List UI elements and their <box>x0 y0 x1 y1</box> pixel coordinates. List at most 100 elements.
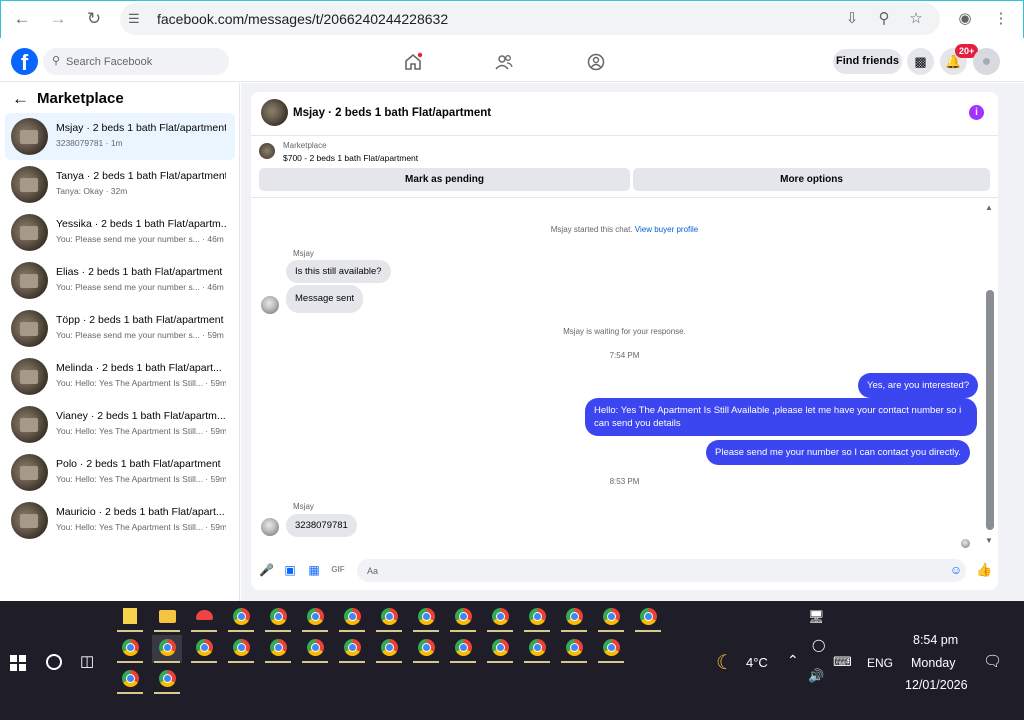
conversation-item[interactable]: Melinda · 2 beds 1 bath Flat/apart... You… <box>5 353 235 400</box>
conversation-item[interactable]: Vianey · 2 beds 1 bath Flat/apartm... You… <box>5 401 235 448</box>
conversation-item[interactable]: Elias · 2 beds 1 bath Flat/apartment You:… <box>5 257 235 304</box>
chrome-taskbar-icon[interactable] <box>152 635 182 663</box>
scroll-up-icon[interactable]: ▲ <box>985 203 993 212</box>
scroll-down-icon[interactable]: ▼ <box>985 536 993 545</box>
file-explorer-icon[interactable] <box>152 604 182 632</box>
network-icon[interactable]: 🖥 <box>808 609 825 625</box>
forward-icon[interactable]: → <box>47 8 69 30</box>
listing-thumbnail[interactable] <box>259 143 275 159</box>
incoming-message[interactable]: 3238079781 <box>286 514 357 537</box>
chrome-taskbar-icon[interactable] <box>559 635 589 663</box>
mark-as-pending-button[interactable]: Mark as pending <box>259 168 630 191</box>
chrome-taskbar-icon[interactable] <box>485 635 515 663</box>
bookmark-star-icon[interactable]: ☆ <box>906 9 926 29</box>
chrome-taskbar-icon[interactable] <box>522 604 552 632</box>
volume-icon[interactable]: 🔊 <box>808 668 824 684</box>
chrome-taskbar-icon[interactable] <box>485 604 515 632</box>
chrome-taskbar-icon[interactable] <box>374 604 404 632</box>
keyboard-icon[interactable]: ⌨ <box>833 654 852 670</box>
install-app-icon[interactable]: ⇩ <box>842 9 862 29</box>
clock-day[interactable]: Monday <box>911 656 955 670</box>
site-settings-icon[interactable]: ☰ <box>128 11 140 27</box>
chrome-taskbar-icon[interactable] <box>300 635 330 663</box>
meet-icon[interactable]: ◯ <box>812 638 825 652</box>
notifications-icon[interactable]: 🗨 <box>983 652 1002 670</box>
show-hidden-icons[interactable]: ⌃ <box>787 652 799 669</box>
reload-icon[interactable]: ↻ <box>83 8 105 30</box>
chrome-taskbar-icon[interactable] <box>522 635 552 663</box>
conversation-item[interactable]: Polo · 2 beds 1 bath Flat/apartment You: … <box>5 449 235 496</box>
chrome-taskbar-icon[interactable] <box>596 635 626 663</box>
photo-icon[interactable]: ▣ <box>283 563 297 577</box>
scrollbar-thumb[interactable] <box>986 290 994 530</box>
friends-icon[interactable] <box>494 52 514 72</box>
facebook-logo-icon[interactable]: f <box>11 48 38 75</box>
search-placeholder[interactable]: Search Facebook <box>66 56 152 68</box>
chrome-taskbar-icon[interactable] <box>300 604 330 632</box>
search-circle-icon[interactable] <box>46 654 62 670</box>
like-icon[interactable]: 👍 <box>976 563 992 577</box>
conversation-item[interactable]: Tanya · 2 beds 1 bath Flat/apartment Tany… <box>5 161 235 208</box>
info-icon[interactable]: i <box>969 105 984 120</box>
outgoing-message[interactable]: Please send me your number so I can cont… <box>706 440 970 465</box>
message-input[interactable] <box>357 559 966 582</box>
moon-weather-icon[interactable]: ☾ <box>716 650 734 675</box>
home-icon[interactable] <box>403 52 423 72</box>
sender-avatar[interactable] <box>261 296 279 314</box>
emoji-icon[interactable]: ☺ <box>949 563 963 577</box>
chat-avatar[interactable] <box>261 99 288 126</box>
more-options-button[interactable]: More options <box>633 168 990 191</box>
chrome-taskbar-icon[interactable] <box>263 635 293 663</box>
conversation-item[interactable]: Msjay · 2 beds 1 bath Flat/apartment 3238… <box>5 113 235 160</box>
outgoing-message[interactable]: Hello: Yes The Apartment Is Still Availa… <box>585 398 977 436</box>
chrome-taskbar-icon[interactable] <box>448 635 478 663</box>
weather-temp[interactable]: 4°C <box>746 655 768 670</box>
windows-start-icon[interactable] <box>10 655 26 671</box>
groups-icon[interactable] <box>586 52 606 72</box>
app-icon[interactable] <box>189 604 219 632</box>
chrome-taskbar-icon[interactable] <box>115 635 145 663</box>
chrome-taskbar-icon[interactable] <box>115 666 145 694</box>
account-avatar[interactable]: ● <box>973 48 1000 75</box>
url-text[interactable]: facebook.com/messages/t/2066240244228632 <box>157 11 448 27</box>
profile-icon[interactable]: ◉ <box>955 9 975 29</box>
chrome-taskbar-icon[interactable] <box>448 604 478 632</box>
chrome-taskbar-icon[interactable] <box>226 635 256 663</box>
listing-price[interactable]: $700 - 2 beds 1 bath Flat/apartment <box>283 153 418 163</box>
chrome-taskbar-icon[interactable] <box>411 635 441 663</box>
chrome-taskbar-icon[interactable] <box>337 604 367 632</box>
incoming-message[interactable]: Message sent <box>286 285 364 313</box>
chrome-taskbar-icon[interactable] <box>152 666 182 694</box>
chrome-taskbar-icon[interactable] <box>633 604 663 632</box>
sticker-icon[interactable]: ▦ <box>307 563 321 577</box>
message-placeholder[interactable]: Aa <box>367 566 378 576</box>
find-friends-button[interactable]: Find friends <box>833 49 902 74</box>
chrome-taskbar-icon[interactable] <box>337 635 367 663</box>
back-icon[interactable]: ← <box>11 8 33 30</box>
conversation-item[interactable]: Yessika · 2 beds 1 bath Flat/apartm... Yo… <box>5 209 235 256</box>
back-arrow-icon[interactable]: ← <box>12 89 29 109</box>
clock-time[interactable]: 8:54 pm <box>913 633 958 647</box>
chrome-taskbar-icon[interactable] <box>559 604 589 632</box>
clock-date[interactable]: 12/01/2026 <box>905 678 968 692</box>
menu-kebab-icon[interactable]: ⋮ <box>991 9 1011 29</box>
sender-avatar[interactable] <box>261 518 279 536</box>
task-view-icon[interactable]: ◫ <box>80 652 94 670</box>
conversation-item[interactable]: Mauricio · 2 beds 1 bath Flat/apart... Yo… <box>5 497 235 544</box>
chrome-taskbar-icon[interactable] <box>226 604 256 632</box>
chrome-taskbar-icon[interactable] <box>374 635 404 663</box>
language-indicator[interactable]: ENG <box>867 656 893 670</box>
chat-title[interactable]: Msjay · 2 beds 1 bath Flat/apartment <box>293 107 491 119</box>
sticky-notes-icon[interactable] <box>115 604 145 632</box>
microphone-icon[interactable]: 🎤 <box>259 563 274 577</box>
conversation-item[interactable]: Töpp · 2 beds 1 bath Flat/apartment You: … <box>5 305 235 352</box>
chrome-taskbar-icon[interactable] <box>596 604 626 632</box>
zoom-icon[interactable]: ⚲ <box>874 9 894 29</box>
incoming-message[interactable]: Is this still available? <box>286 260 391 283</box>
menu-grid-icon[interactable]: ▩ <box>907 48 934 75</box>
outgoing-message[interactable]: Yes, are you interested? <box>858 373 979 398</box>
chrome-taskbar-icon[interactable] <box>189 635 219 663</box>
view-buyer-profile-link[interactable]: View buyer profile <box>635 225 698 234</box>
chrome-taskbar-icon[interactable] <box>263 604 293 632</box>
chrome-taskbar-icon[interactable] <box>411 604 441 632</box>
